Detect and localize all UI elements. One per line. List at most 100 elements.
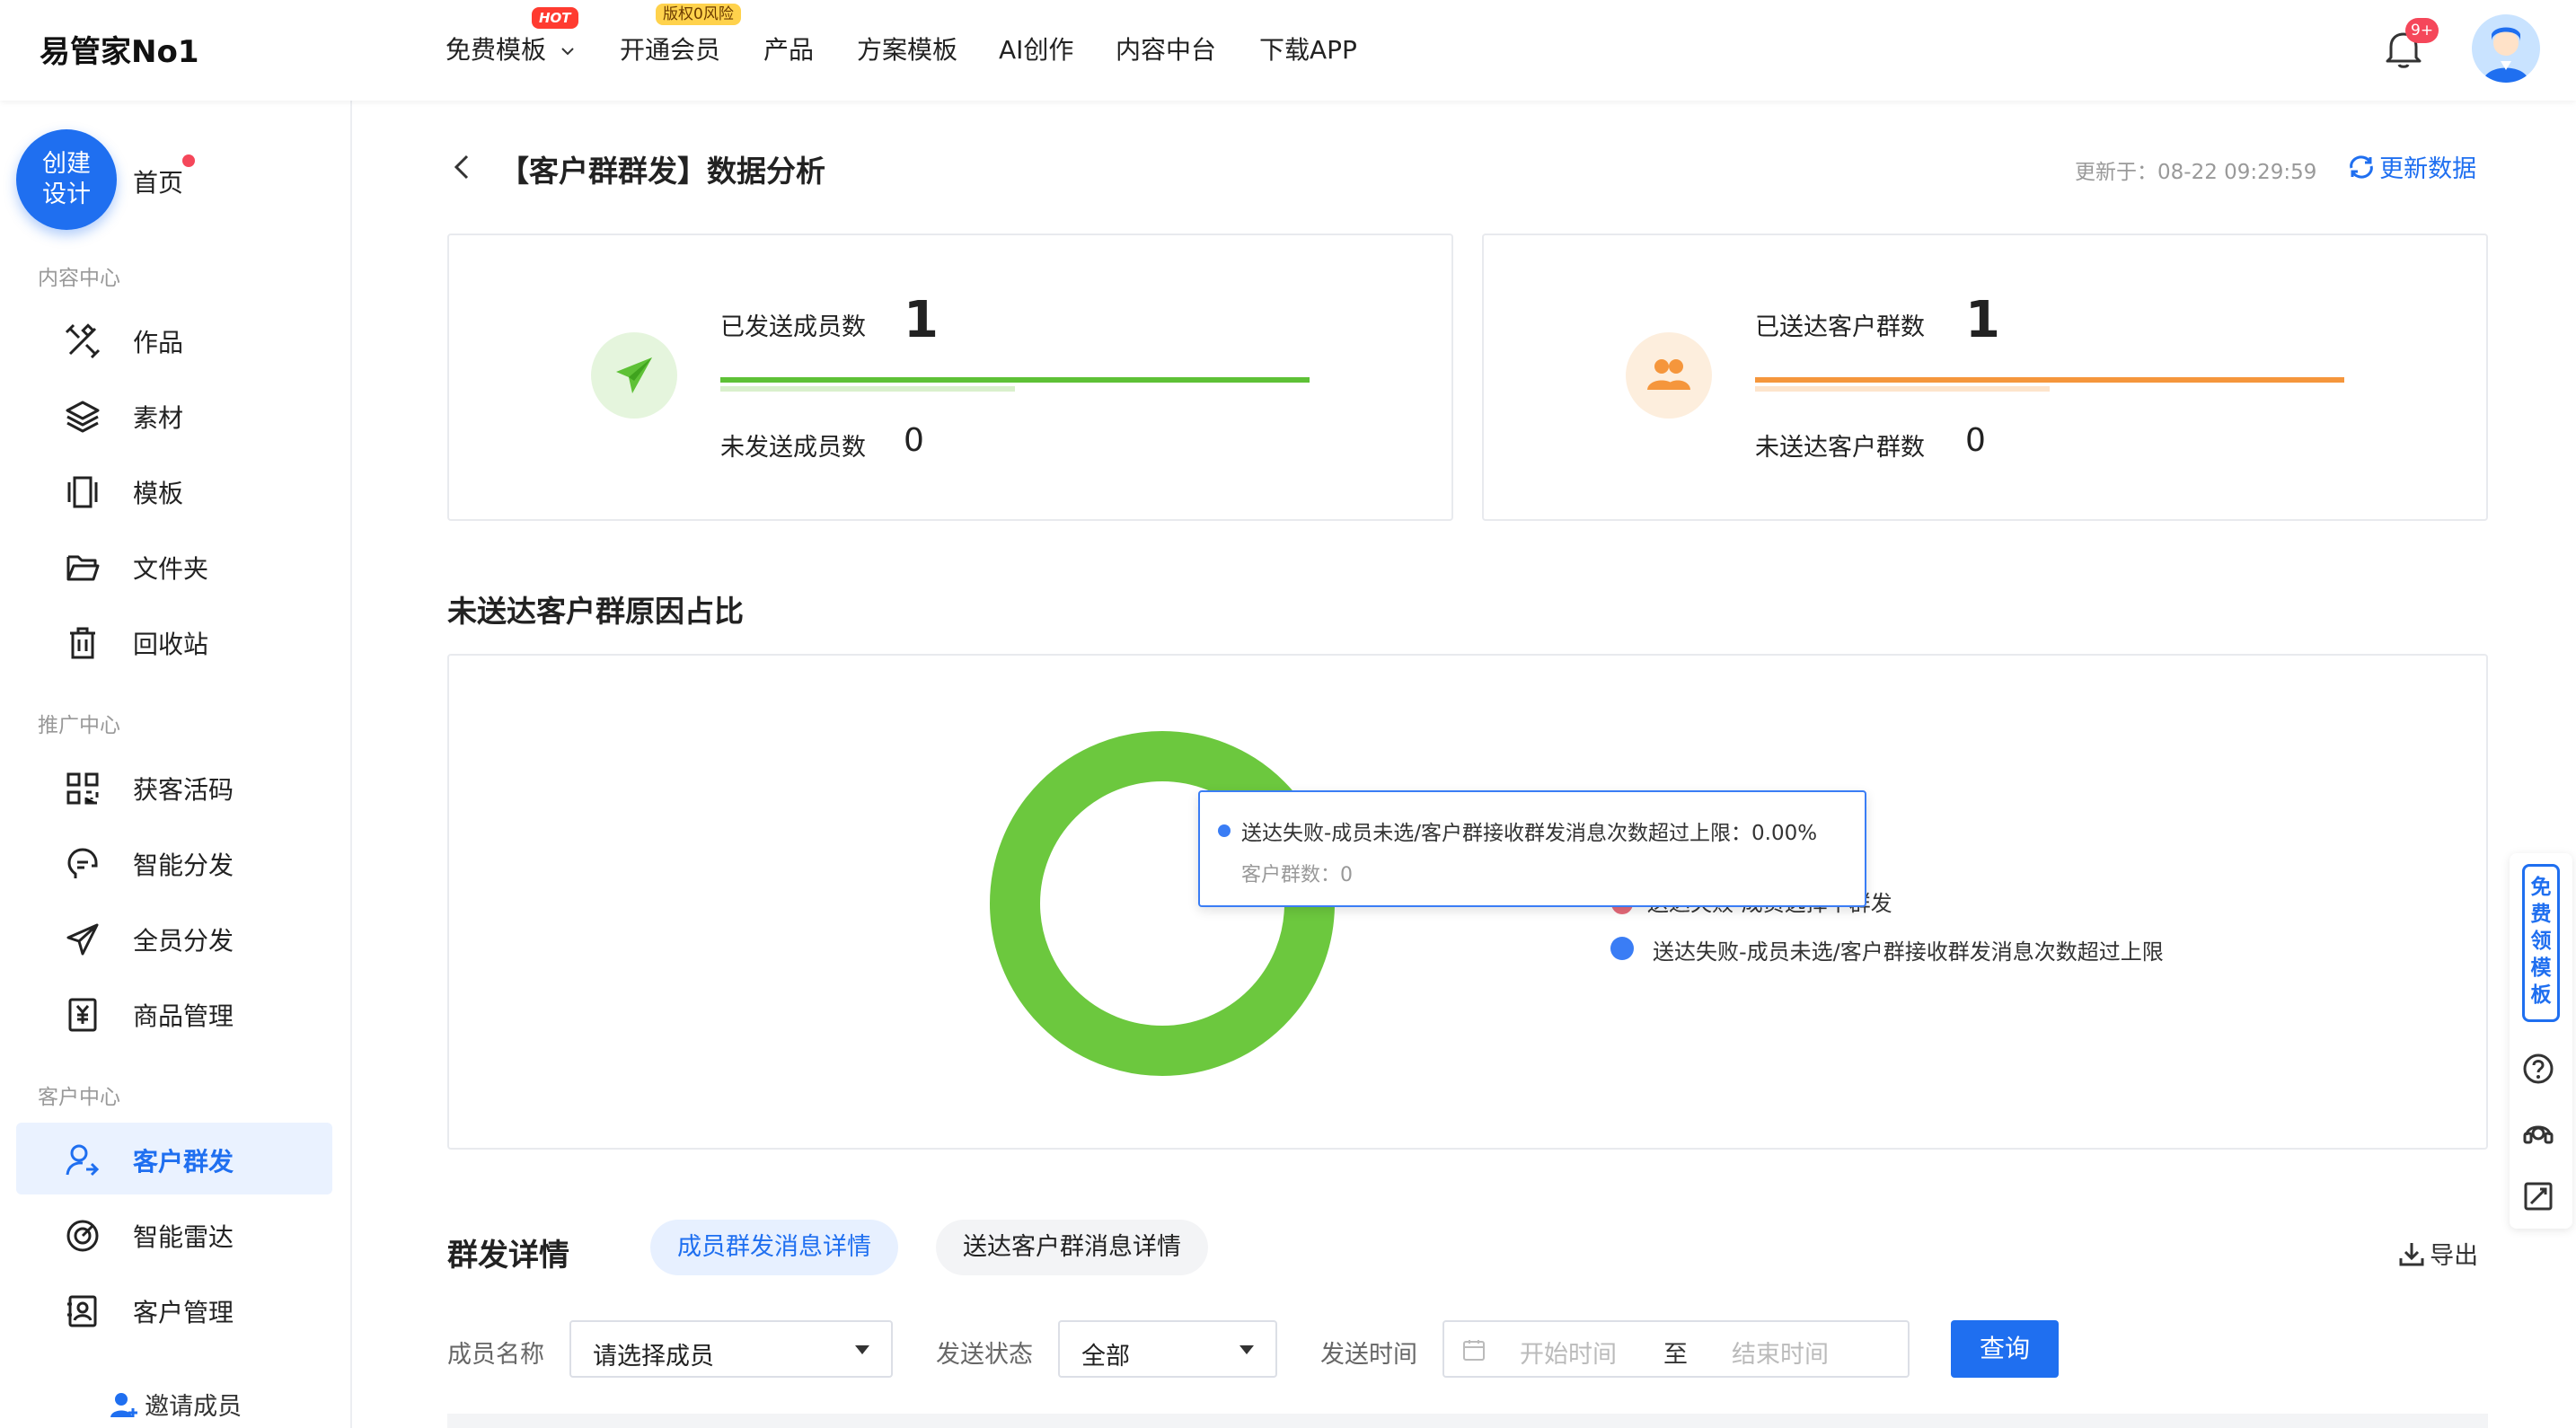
- sidebar-item-templates[interactable]: 模板: [16, 454, 332, 526]
- back-button[interactable]: [451, 153, 472, 185]
- notification-bell[interactable]: 9+: [2380, 18, 2439, 75]
- sidebar-item-label: 作品: [133, 328, 184, 357]
- updated-time: 更新于：08-22 09:29:59: [2075, 161, 2317, 184]
- legend-label[interactable]: 送达失败-成员未选/客户群接收群发消息次数超过上限: [1653, 934, 2164, 965]
- sidebar-item-label: 文件夹: [133, 554, 209, 584]
- folder-icon: [66, 555, 100, 581]
- sidebar-item-label: 回收站: [133, 630, 209, 659]
- delivered-groups-progress-track: [1755, 377, 2344, 383]
- avatar[interactable]: [2472, 14, 2540, 83]
- sidebar-item-label: 商品管理: [133, 1001, 234, 1031]
- delivered-groups-label: 已送达客户群数: [1755, 313, 1925, 341]
- reason-section-title: 未送达客户群原因占比: [447, 594, 744, 629]
- sidebar-item-materials[interactable]: 素材: [16, 379, 332, 451]
- sidebar-item-customer-manage[interactable]: 客户管理: [16, 1274, 332, 1345]
- feedback-icon[interactable]: [2522, 1180, 2554, 1212]
- export-button[interactable]: 导出: [2398, 1236, 2478, 1271]
- download-icon: [2399, 1242, 2424, 1265]
- date-range-picker[interactable]: 开始时间 至 结束时间: [1442, 1320, 1910, 1378]
- tooltip-marker: [1218, 824, 1231, 837]
- member-select[interactable]: 请选择成员: [569, 1320, 893, 1378]
- sidebar-item-qrcode[interactable]: 获客活码: [16, 751, 332, 823]
- end-time-input[interactable]: 结束时间: [1732, 1335, 1829, 1370]
- caret-down-icon: [855, 1345, 869, 1354]
- top-header: 易管家No1 免费模板 HOT 开通会员 版权0风险 产品 方案模板 AI创作 …: [0, 0, 2576, 101]
- create-label: 创建 设计: [42, 150, 91, 208]
- stat-icon-bg: [591, 332, 677, 419]
- section-title-customer: 客户中心: [38, 1086, 120, 1109]
- sidebar-item-all-distribute[interactable]: 全员分发: [16, 902, 332, 974]
- sidebar-item-home[interactable]: 首页: [133, 163, 183, 199]
- sidebar-item-label: 全员分发: [133, 926, 234, 956]
- nav-free-templates[interactable]: 免费模板: [446, 31, 576, 66]
- page-title: 【客户群群发】数据分析: [499, 154, 825, 189]
- template-icon: [67, 476, 98, 508]
- logo[interactable]: 易管家No1: [40, 27, 198, 71]
- qrcode-icon: [66, 772, 99, 805]
- sidebar-item-label: 智能雷达: [133, 1222, 234, 1252]
- sidebar-item-label: 客户群发: [133, 1147, 234, 1177]
- hot-badge: HOT: [532, 7, 578, 29]
- free-template-button[interactable]: 免费领模板: [2522, 864, 2560, 1022]
- refresh-label: 更新数据: [2379, 155, 2477, 183]
- nav-download-app[interactable]: 下载APP: [1259, 31, 1357, 66]
- nav-ai-create[interactable]: AI创作: [999, 31, 1073, 66]
- customer-broadcast-icon: [66, 1144, 100, 1177]
- goods-icon: [68, 998, 97, 1032]
- notification-count: 9+: [2405, 18, 2439, 43]
- nav-membership[interactable]: 开通会员: [620, 31, 720, 66]
- query-button[interactable]: 查询: [1951, 1320, 2059, 1378]
- trash-icon: [70, 627, 95, 659]
- start-time-input[interactable]: 开始时间: [1520, 1335, 1617, 1370]
- radar-icon: [66, 1220, 99, 1252]
- copyright-badge: 版权0风险: [656, 4, 741, 25]
- chevron-left-icon: [454, 154, 469, 180]
- section-title-content: 内容中心: [38, 267, 120, 290]
- nav-solution-templates[interactable]: 方案模板: [857, 31, 957, 66]
- group-icon: [1647, 359, 1690, 390]
- nav-content-center[interactable]: 内容中台: [1116, 31, 1216, 66]
- nav-products[interactable]: 产品: [763, 31, 814, 66]
- user-avatar-icon: [2483, 27, 2529, 83]
- sidebar-item-label: 智能分发: [133, 851, 234, 880]
- stat-card-members: 已发送成员数 1 未发送成员数 0: [447, 234, 1453, 521]
- undelivered-groups-value: 0: [1965, 422, 1986, 459]
- sidebar-item-smart-distribute[interactable]: 智能分发: [16, 826, 332, 898]
- sidebar-item-label: 素材: [133, 403, 184, 433]
- detail-section-title: 群发详情: [447, 1238, 569, 1274]
- reason-chart-card: 送达失败-成员选择不群发 送达失败-成员未选/客户群接收群发消息次数超过上限 送…: [447, 654, 2488, 1150]
- undelivered-groups-label: 未送达客户群数: [1755, 434, 1925, 462]
- sidebar-item-customer-broadcast[interactable]: 客户群发: [16, 1123, 332, 1194]
- send-icon: [66, 923, 99, 956]
- help-icon[interactable]: [2522, 1053, 2554, 1085]
- smart-distribute-icon: [67, 848, 98, 878]
- invite-member-link[interactable]: 邀请成员: [110, 1387, 242, 1422]
- layers-icon: [66, 401, 100, 433]
- sidebar-item-works[interactable]: 作品: [16, 304, 332, 375]
- sidebar-item-trash[interactable]: 回收站: [16, 605, 332, 677]
- sent-members-value: 1: [904, 291, 939, 349]
- sidebar-item-folder[interactable]: 文件夹: [16, 530, 332, 602]
- member-select-value: 请选择成员: [593, 1343, 714, 1371]
- refresh-icon: [2350, 154, 2373, 179]
- range-separator: 至: [1663, 1341, 1688, 1369]
- calendar-icon: [1463, 1340, 1485, 1361]
- chart-tooltip: 送达失败-成员未选/客户群接收群发消息次数超过上限：0.00% 客户群数：0: [1198, 790, 1866, 907]
- sidebar-item-goods[interactable]: 商品管理: [16, 977, 332, 1049]
- sent-members-label: 已发送成员数: [720, 313, 866, 341]
- progress-shadow: [1755, 386, 2050, 392]
- stat-card-groups: 已送达客户群数 1 未送达客户群数 0: [1482, 234, 2488, 521]
- sidebar-item-radar[interactable]: 智能雷达: [16, 1198, 332, 1270]
- refresh-data-button[interactable]: 更新数据: [2348, 149, 2476, 184]
- tab-member-detail[interactable]: 成员群发消息详情: [650, 1220, 898, 1275]
- create-design-button[interactable]: 创建 设计: [16, 129, 117, 230]
- status-select[interactable]: 全部: [1058, 1320, 1277, 1378]
- export-label: 导出: [2430, 1242, 2479, 1270]
- home-dot-badge: [182, 154, 195, 167]
- sidebar: 创建 设计 首页 内容中心 作品 素材 模板 文件夹 回收站 推广中心 获客活码 …: [0, 101, 352, 1428]
- tooltip-sub: 客户群数：0: [1241, 864, 1353, 886]
- sidebar-item-label: 模板: [133, 479, 184, 508]
- customer-service-icon[interactable]: [2522, 1117, 2554, 1150]
- status-filter-label: 发送状态: [936, 1341, 1033, 1369]
- tab-group-detail[interactable]: 送达客户群消息详情: [936, 1220, 1208, 1275]
